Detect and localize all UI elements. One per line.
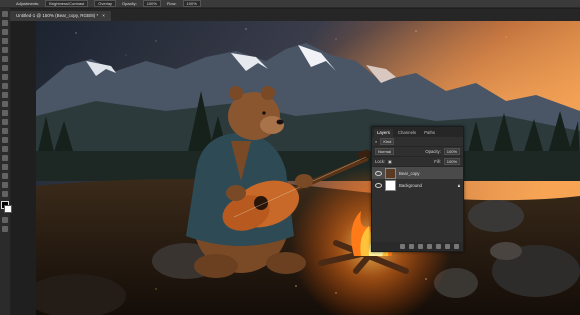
magic-wand-tool-icon[interactable] bbox=[2, 38, 8, 44]
lock-label: Lock: bbox=[375, 159, 386, 164]
group-icon[interactable] bbox=[436, 244, 441, 249]
options-opacity-field[interactable]: 100% bbox=[142, 0, 161, 7]
layer-row-bear-copy[interactable]: Bear_copy bbox=[372, 167, 463, 179]
close-icon[interactable]: × bbox=[102, 11, 105, 21]
dodge-tool-icon[interactable] bbox=[2, 128, 8, 134]
options-flow-field[interactable]: 100% bbox=[182, 0, 201, 7]
gradient-tool-icon[interactable] bbox=[2, 110, 8, 116]
clone-stamp-tool-icon[interactable] bbox=[2, 83, 8, 89]
trash-icon[interactable] bbox=[454, 244, 459, 249]
history-brush-tool-icon[interactable] bbox=[2, 92, 8, 98]
layer-mask-icon[interactable] bbox=[418, 244, 423, 249]
new-layer-icon[interactable] bbox=[445, 244, 450, 249]
marquee-tool-icon[interactable] bbox=[2, 20, 8, 26]
quick-mask-icon[interactable] bbox=[2, 217, 8, 223]
shape-tool-icon[interactable] bbox=[2, 164, 8, 170]
eyedropper-tool-icon[interactable] bbox=[2, 56, 8, 62]
color-swatches[interactable] bbox=[1, 201, 12, 213]
healing-brush-tool-icon[interactable] bbox=[2, 65, 8, 71]
tab-layers[interactable]: Layers bbox=[374, 129, 393, 137]
adjustment-dropdown[interactable]: Brightness/Contrast bbox=[45, 0, 89, 7]
visibility-eye-icon[interactable] bbox=[375, 170, 382, 176]
adjustment-layer-icon[interactable] bbox=[427, 244, 432, 249]
blend-mode-select[interactable]: Normal bbox=[375, 148, 394, 155]
lock-row: Lock: ▣ Fill: 100% bbox=[372, 157, 463, 167]
tab-channels[interactable]: Channels bbox=[395, 129, 419, 137]
type-tool-icon[interactable] bbox=[2, 146, 8, 152]
move-tool-icon[interactable] bbox=[2, 11, 8, 17]
layer-name: Bear_copy bbox=[399, 170, 420, 176]
screen-mode-icon[interactable] bbox=[2, 226, 8, 232]
layer-filter-row: ⌕ Kind bbox=[372, 137, 463, 147]
pen-tool-icon[interactable] bbox=[2, 137, 8, 143]
tab-paths[interactable]: Paths bbox=[421, 129, 438, 137]
lasso-tool-icon[interactable] bbox=[2, 29, 8, 35]
path-selection-tool-icon[interactable] bbox=[2, 155, 8, 161]
layer-thumbnail bbox=[385, 167, 396, 179]
eraser-tool-icon[interactable] bbox=[2, 101, 8, 107]
hand-tool-icon[interactable] bbox=[2, 173, 8, 179]
layer-style-icon[interactable] bbox=[409, 244, 414, 249]
options-opacity-label: Opacity: bbox=[122, 1, 137, 6]
search-icon: ⌕ bbox=[375, 139, 378, 144]
layer-opacity-field[interactable]: 100% bbox=[443, 148, 460, 155]
layer-opacity-label: Opacity: bbox=[425, 149, 441, 154]
options-adjustment-label: Adjustments: bbox=[16, 1, 40, 6]
layer-thumbnail bbox=[385, 179, 396, 191]
document-tab-bar: Untitled-1 @ 150% (Bear_copy, RGB/8) * × bbox=[10, 9, 580, 21]
more-tools-icon[interactable] bbox=[2, 191, 8, 197]
layer-kind-filter[interactable]: Kind bbox=[380, 138, 395, 145]
layers-panel: Layers Channels Paths ⌕ Kind Normal Opac… bbox=[371, 126, 464, 252]
fill-field[interactable]: 100% bbox=[443, 158, 460, 165]
document-tab-title: Untitled-1 @ 150% (Bear_copy, RGB/8) * bbox=[16, 13, 99, 18]
background-color-swatch[interactable] bbox=[4, 205, 12, 213]
bear-campfire-artwork bbox=[36, 21, 580, 315]
layers-panel-footer bbox=[372, 242, 463, 251]
document-canvas[interactable] bbox=[36, 21, 580, 315]
blend-row: Normal Opacity: 100% bbox=[372, 147, 463, 157]
tools-panel bbox=[0, 8, 12, 315]
lock-icon[interactable]: ▣ bbox=[388, 159, 392, 164]
options-bar: Adjustments: Brightness/Contrast Overlay… bbox=[0, 0, 580, 8]
crop-tool-icon[interactable] bbox=[2, 47, 8, 53]
fill-label: Fill: bbox=[434, 159, 441, 164]
lock-icon: 🔒︎ bbox=[457, 182, 460, 188]
link-layers-icon[interactable] bbox=[400, 244, 405, 249]
blur-tool-icon[interactable] bbox=[2, 119, 8, 125]
options-flow-label: Flow: bbox=[166, 1, 177, 6]
layer-name: Background bbox=[399, 182, 422, 188]
layer-row-background[interactable]: Background 🔒︎ bbox=[372, 179, 463, 191]
brush-tool-icon[interactable] bbox=[2, 74, 8, 80]
blend-mode-dropdown[interactable]: Overlay bbox=[94, 0, 117, 7]
layers-panel-tabs: Layers Channels Paths bbox=[372, 127, 463, 137]
visibility-eye-icon[interactable] bbox=[375, 182, 382, 188]
document-tab[interactable]: Untitled-1 @ 150% (Bear_copy, RGB/8) * × bbox=[10, 11, 111, 21]
zoom-tool-icon[interactable] bbox=[2, 182, 8, 188]
